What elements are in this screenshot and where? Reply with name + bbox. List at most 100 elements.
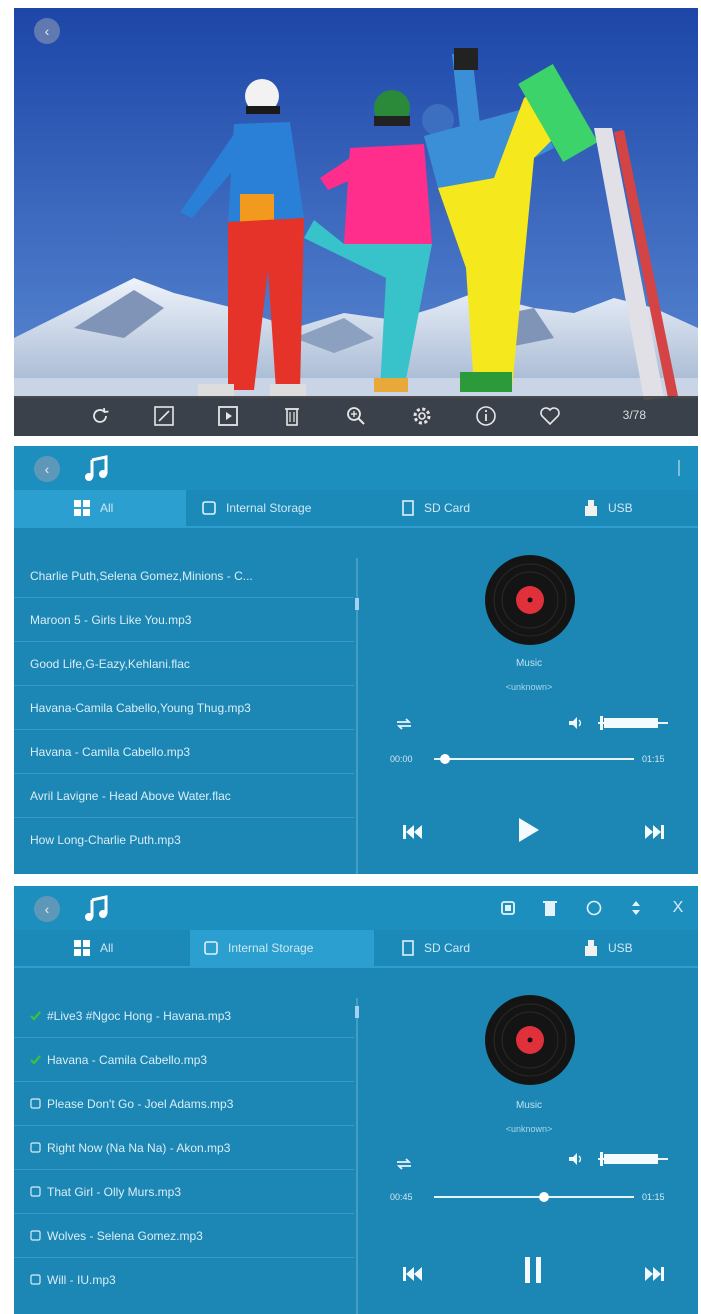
vinyl-disc-icon: [485, 555, 575, 645]
checkbox-empty-icon[interactable]: [30, 1274, 41, 1285]
delete-button[interactable]: [540, 898, 560, 918]
tab-label: SD Card: [424, 501, 471, 515]
progress-knob[interactable]: [440, 754, 450, 764]
pause-icon: [525, 1257, 541, 1283]
track-title: Music: [515, 1100, 543, 1111]
progress-bar[interactable]: [434, 1192, 634, 1202]
copy-icon: [501, 901, 515, 915]
repeat-icon[interactable]: [394, 1156, 414, 1172]
photo-counter: 3/78: [622, 408, 646, 422]
song-title: Good Life,G-Eazy,Kehlani.flac: [30, 656, 190, 671]
zoom-button[interactable]: [342, 403, 370, 429]
list-item[interactable]: Good Life,G-Eazy,Kehlani.flac: [14, 642, 354, 686]
play-button[interactable]: [514, 818, 544, 842]
rotate-button[interactable]: [86, 403, 114, 429]
volume-icon[interactable]: [568, 716, 584, 730]
song-title: How Long-Charlie Puth.mp3: [30, 832, 181, 847]
volume-knob[interactable]: [600, 716, 603, 730]
next-button[interactable]: [640, 1262, 670, 1286]
back-button[interactable]: ‹: [34, 18, 60, 44]
previous-button[interactable]: [398, 820, 428, 844]
list-item[interactable]: Will - IU.mp3: [14, 1258, 354, 1301]
storage-tabs: All Internal Storage SD Card USB: [14, 930, 698, 966]
checkbox-empty-icon[interactable]: [30, 1230, 41, 1241]
tab-all[interactable]: All: [14, 930, 186, 966]
list-scrollbar[interactable]: [355, 558, 359, 874]
track-title: Music: [515, 658, 543, 669]
tab-usb[interactable]: USB: [584, 490, 684, 526]
next-button[interactable]: [640, 820, 670, 844]
close-button[interactable]: X: [668, 898, 688, 918]
progress-knob[interactable]: [539, 1192, 549, 1202]
delete-button[interactable]: [278, 403, 306, 429]
list-item[interactable]: How Long-Charlie Puth.mp3: [14, 818, 354, 861]
tab-label: Internal Storage: [228, 941, 314, 955]
volume-knob[interactable]: [600, 1152, 603, 1166]
checkbox-empty-icon[interactable]: [30, 1186, 41, 1197]
list-item[interactable]: Maroon 5 - Girls Like You.mp3: [14, 598, 354, 642]
vinyl-disc-icon: [485, 995, 575, 1085]
time-total: 01:15: [642, 1192, 665, 1202]
previous-button[interactable]: [398, 1262, 428, 1286]
volume-slider[interactable]: [598, 716, 668, 730]
select-all-button[interactable]: [584, 898, 604, 918]
list-item[interactable]: Wolves - Selena Gomez.mp3: [14, 1214, 354, 1258]
tab-usb[interactable]: USB: [584, 930, 684, 966]
time-current: 00:00: [390, 754, 413, 764]
volume-fill: [604, 718, 658, 728]
volume-icon[interactable]: [568, 1152, 584, 1166]
copy-button[interactable]: [498, 898, 518, 918]
back-arrow-icon: ‹: [44, 23, 50, 39]
settings-button[interactable]: [408, 403, 436, 429]
checkbox-checked-icon[interactable]: [30, 1054, 41, 1065]
song-list: Charlie Puth,Selena Gomez,Minions - C...…: [14, 554, 354, 861]
tab-internal-storage[interactable]: Internal Storage: [190, 930, 374, 966]
grid-icon: [74, 500, 90, 516]
list-item[interactable]: Havana-Camila Cabello,Young Thug.mp3: [14, 686, 354, 730]
list-item[interactable]: Avril Lavigne - Head Above Water.flac: [14, 774, 354, 818]
delete-icon: [543, 901, 557, 916]
overflow-menu-icon[interactable]: [678, 460, 681, 478]
list-item[interactable]: Havana - Camila Cabello.mp3: [14, 1038, 354, 1082]
checkbox-checked-icon[interactable]: [30, 1010, 41, 1021]
checkbox-empty-icon[interactable]: [30, 1098, 41, 1109]
list-item[interactable]: Please Don't Go - Joel Adams.mp3: [14, 1082, 354, 1126]
song-title: Charlie Puth,Selena Gomez,Minions - C...: [30, 568, 253, 583]
tab-label: USB: [608, 501, 633, 515]
list-item[interactable]: Charlie Puth,Selena Gomez,Minions - C...: [14, 554, 354, 598]
list-item[interactable]: That Girl - Olly Murs.mp3: [14, 1170, 354, 1214]
repeat-icon[interactable]: [394, 716, 414, 732]
storage-icon: [202, 501, 216, 515]
rotate-icon: [93, 407, 109, 423]
checkbox-empty-icon[interactable]: [30, 1142, 41, 1153]
scrollbar-thumb[interactable]: [355, 1006, 359, 1018]
fullscreen-button[interactable]: [150, 403, 178, 429]
time-current: 00:45: [390, 1192, 413, 1202]
list-scrollbar[interactable]: [355, 998, 359, 1314]
list-item[interactable]: Havana - Camila Cabello.mp3: [14, 730, 354, 774]
tab-label: USB: [608, 941, 633, 955]
back-button[interactable]: ‹: [34, 896, 60, 922]
tab-sd-card[interactable]: SD Card: [402, 490, 522, 526]
info-button[interactable]: [472, 403, 500, 429]
pause-button[interactable]: [518, 1257, 548, 1283]
volume-slider[interactable]: [598, 1152, 668, 1166]
tab-all[interactable]: All: [14, 490, 186, 526]
back-button[interactable]: ‹: [34, 456, 60, 482]
tab-internal-storage[interactable]: Internal Storage: [202, 490, 372, 526]
select-all-icon: [586, 900, 602, 916]
grid-icon: [74, 940, 90, 956]
scrollbar-thumb[interactable]: [355, 598, 359, 610]
slideshow-button[interactable]: [214, 403, 242, 429]
tab-sd-card[interactable]: SD Card: [402, 930, 522, 966]
settings-icon: [413, 407, 431, 425]
list-item[interactable]: Right Now (Na Na Na) - Akon.mp3: [14, 1126, 354, 1170]
list-item[interactable]: #Live3 #Ngoc Hong - Havana.mp3: [14, 994, 354, 1038]
move-button[interactable]: [626, 898, 646, 918]
song-title: Please Don't Go - Joel Adams.mp3: [47, 1096, 234, 1111]
usb-icon: [584, 500, 598, 516]
favorite-button[interactable]: [536, 403, 564, 429]
back-arrow-icon: ‹: [44, 461, 50, 477]
progress-bar[interactable]: [434, 754, 634, 764]
song-list: #Live3 #Ngoc Hong - Havana.mp3 Havana - C…: [14, 994, 354, 1301]
